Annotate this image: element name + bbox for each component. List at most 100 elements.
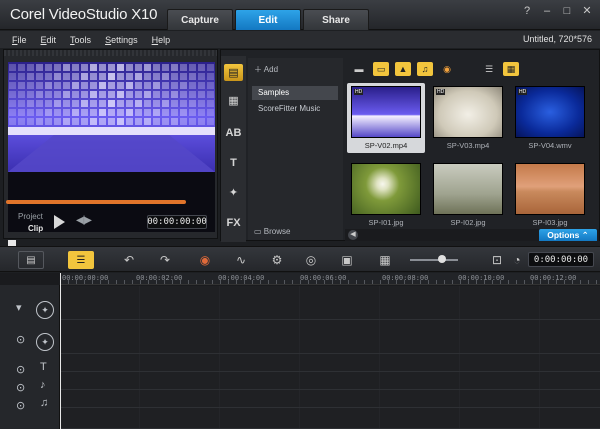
media-library-icon[interactable]: ▤ (224, 64, 243, 81)
thumb-image: HD (515, 86, 585, 138)
empty-track (60, 408, 600, 429)
thumb-sp-i02[interactable]: SP-I02.jpg (429, 160, 507, 230)
help-icon[interactable]: ? (520, 4, 534, 18)
tab-share[interactable]: Share (303, 9, 369, 30)
show-audio-icon[interactable]: ♫ (417, 62, 433, 76)
thumb-caption: SP-I03.jpg (532, 218, 568, 227)
voice-lock-icon[interactable]: ⊙ (16, 381, 25, 394)
preview-tile (54, 100, 61, 107)
thumb-sp-i03[interactable]: SP-I03.jpg (511, 160, 589, 230)
menu-file[interactable]: File (12, 35, 27, 45)
transition-icon[interactable]: AB (224, 124, 243, 141)
timeline-view-button[interactable]: ☰ (68, 251, 94, 269)
tab-edit[interactable]: Edit (235, 9, 301, 30)
preview-tile (153, 91, 160, 98)
overlay-track[interactable] (60, 320, 600, 354)
subtitle-editor-icon[interactable]: ▣ (338, 252, 356, 268)
redo-icon[interactable]: ↷ (156, 252, 174, 268)
undo-icon[interactable]: ↶ (120, 252, 138, 268)
preview-tile (189, 118, 196, 125)
motion-tracking-icon[interactable]: ◎ (302, 252, 320, 268)
instant-project-icon[interactable]: ▦ (224, 92, 243, 109)
library-footer: ◀ Options ⌃ (345, 229, 599, 241)
list-view-icon[interactable]: ☰ (481, 62, 497, 76)
tab-capture[interactable]: Capture (167, 9, 233, 30)
title-icon[interactable]: T (224, 154, 243, 171)
overlay-lock-icon[interactable]: ⊙ (16, 333, 25, 346)
music-track[interactable] (60, 390, 600, 408)
show-photos-icon[interactable]: ▲ (395, 62, 411, 76)
browse-button[interactable]: ▭ Browse (254, 227, 290, 236)
mode-clip[interactable]: Clip (28, 224, 43, 233)
thumb-image (515, 163, 585, 215)
import-folder-icon[interactable]: ▬ (351, 62, 367, 76)
playhead[interactable] (60, 273, 61, 429)
preview-tile (153, 118, 160, 125)
title-track[interactable] (60, 354, 600, 372)
music-track-icon[interactable]: ♫ (40, 397, 48, 409)
preview-tile (45, 118, 52, 125)
preview-tile (54, 64, 61, 71)
menu-help[interactable]: Help (152, 35, 171, 45)
preview-tile (162, 73, 169, 80)
options-button[interactable]: Options ⌃ (539, 229, 597, 241)
video-track-icon[interactable]: ✦ (36, 301, 54, 319)
preview-timecode[interactable]: 00:00:00:00 (147, 215, 207, 229)
preview-tile (198, 64, 205, 71)
step-controls-icon[interactable]: ◀|▶ (76, 215, 92, 226)
filter-fx-icon[interactable]: FX (224, 214, 243, 231)
preview-scrubber[interactable] (6, 200, 186, 204)
thumbnail-view-icon[interactable]: ▦ (503, 62, 519, 76)
preview-tile (135, 64, 142, 71)
preview-tile (72, 82, 79, 89)
storyboard-view-button[interactable]: ▤ (18, 251, 44, 269)
voice-track[interactable] (60, 372, 600, 390)
menu-settings[interactable]: Settings (105, 35, 138, 45)
zoom-slider[interactable] (410, 259, 458, 261)
preview-tile (198, 118, 205, 125)
menu-edit[interactable]: Edit (41, 35, 57, 45)
menu-tools[interactable]: Tools (70, 35, 91, 45)
title-lock-icon[interactable]: ⊙ (16, 363, 25, 376)
graphic-icon[interactable]: ✦ (224, 184, 243, 201)
title-track-icon[interactable]: T (40, 361, 47, 373)
preview-tile (126, 109, 133, 116)
folder-scorefitter[interactable]: ScoreFitter Music (252, 102, 338, 116)
thumb-sp-v02[interactable]: HD SP-V02.mp4 (347, 83, 425, 153)
voice-track-icon[interactable]: ♪ (40, 379, 46, 391)
play-icon[interactable] (54, 215, 65, 229)
thumb-sp-v03[interactable]: HD SP-V03.mp4 (429, 83, 507, 153)
music-lock-icon[interactable]: ⊙ (16, 399, 25, 412)
minimize-icon[interactable]: – (540, 4, 554, 18)
multi-camera-icon[interactable]: ▦ (376, 252, 394, 268)
sort-icon[interactable]: ◉ (439, 62, 455, 76)
app-title: Corel VideoStudio X10 (10, 6, 158, 23)
sound-mixer-icon[interactable]: ∿ (232, 252, 250, 268)
thumb-sp-i01[interactable]: SP-I01.jpg (347, 160, 425, 230)
timeline-timecode[interactable]: 0:00:00:00 (528, 252, 594, 267)
video-track[interactable] (60, 286, 600, 320)
record-capture-icon[interactable]: ◉ (196, 252, 214, 268)
scroll-left-icon[interactable]: ◀ (348, 230, 358, 240)
maximize-icon[interactable]: □ (560, 4, 574, 18)
close-icon[interactable]: ✕ (580, 4, 594, 18)
preview-screen[interactable] (8, 62, 215, 232)
thumb-sp-v04[interactable]: HD SP-V04.wmv (511, 83, 589, 153)
track-manager-icon[interactable]: ▾ (16, 301, 22, 314)
overlay-track-icon[interactable]: ✦ (36, 333, 54, 351)
panel-grip[interactable] (4, 50, 217, 56)
thumb-image: HD (351, 86, 421, 138)
show-videos-icon[interactable]: ▭ (373, 62, 389, 76)
preview-tile (45, 100, 52, 107)
preview-tile (9, 100, 16, 107)
preview-tile (117, 100, 124, 107)
preview-tile (99, 109, 106, 116)
folder-samples[interactable]: Samples (252, 86, 338, 100)
zoom-slider-knob[interactable] (438, 255, 446, 263)
fit-project-icon[interactable]: ⊡ (488, 252, 506, 268)
auto-music-icon[interactable]: ⚙ (268, 252, 286, 268)
add-folder-button[interactable]: ＋ Add (254, 64, 278, 75)
preview-tile (117, 109, 124, 116)
mode-project[interactable]: Project (18, 212, 43, 221)
time-ruler[interactable]: 00:00:00:00 00:00:02:00 00:00:04:00 00:0… (60, 273, 600, 285)
